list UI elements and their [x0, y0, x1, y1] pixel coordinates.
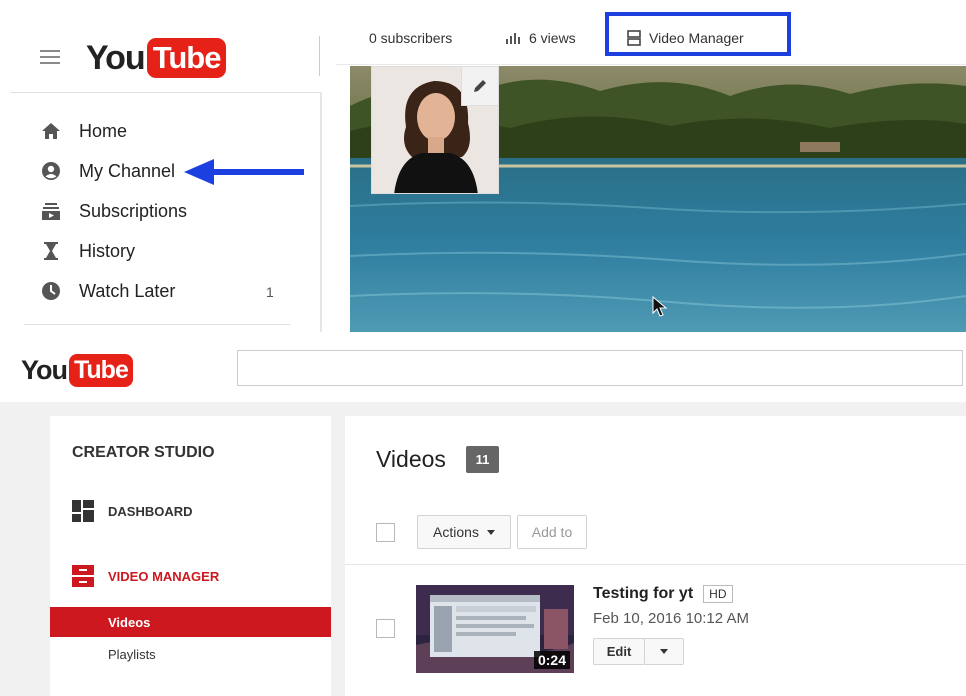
subscriptions-icon [40, 200, 62, 222]
divider [10, 92, 320, 93]
youtube-logo[interactable]: You Tube [21, 350, 133, 390]
nav-item-history[interactable]: History [40, 240, 135, 262]
home-icon [40, 120, 62, 142]
pencil-icon [474, 80, 486, 92]
creator-studio-sidebar: CREATOR STUDIO DASHBOARD VIDEO MANAGER V… [50, 416, 331, 696]
subscriber-count: 0 subscribers [369, 30, 453, 46]
nav-item-home[interactable]: Home [40, 120, 127, 142]
actions-dropdown-button[interactable]: Actions [417, 515, 511, 549]
channel-page-screenshot: You Tube Home My Channel Subscriptions H… [0, 0, 966, 338]
caret-down-icon [660, 649, 668, 654]
divider [320, 92, 322, 332]
nav-label: Subscriptions [79, 200, 188, 221]
select-all-checkbox[interactable] [376, 523, 395, 542]
divider [24, 324, 290, 325]
video-thumbnail[interactable]: 0:24 [416, 585, 574, 673]
hourglass-icon [40, 240, 62, 262]
account-circle-icon [40, 160, 62, 182]
video-title[interactable]: Testing for yt HD [593, 585, 733, 603]
caret-down-icon [486, 529, 495, 535]
arrow-left-icon [184, 159, 304, 185]
clock-icon [40, 280, 62, 302]
video-count-badge: 11 [466, 446, 499, 473]
video-manager-main: Videos 11 Actions Add to 0:24 Testing fo… [345, 416, 966, 696]
logo-you-text: You [21, 354, 68, 385]
highlight-box [605, 12, 791, 56]
view-count: 6 views [506, 30, 576, 46]
nav-label: My Channel [79, 160, 176, 181]
youtube-logo[interactable]: You Tube [86, 36, 227, 80]
nav-label: History [79, 240, 136, 261]
nav-item-watch-later[interactable]: Watch Later [40, 280, 175, 302]
sidebar-item-video-manager[interactable]: VIDEO MANAGER [72, 565, 219, 587]
add-to-button[interactable]: Add to [517, 515, 587, 549]
hd-badge: HD [703, 585, 733, 603]
sidebar-item-videos[interactable]: Videos [50, 607, 331, 637]
nav-item-my-channel[interactable]: My Channel [40, 160, 175, 182]
logo-tube-text: Tube [69, 353, 133, 387]
edit-avatar-button[interactable] [461, 67, 498, 106]
page-title: Videos [376, 446, 446, 472]
sidebar-title: CREATOR STUDIO [72, 444, 215, 461]
video-row-checkbox[interactable] [376, 619, 395, 638]
search-field-edge[interactable] [319, 36, 323, 76]
nav-item-subscriptions[interactable]: Subscriptions [40, 200, 187, 222]
sidebar-item-dashboard[interactable]: DASHBOARD [72, 500, 193, 522]
creator-studio-screenshot: You Tube CREATOR STUDIO DASHBOARD VIDEO … [0, 338, 966, 696]
video-date: Feb 10, 2016 10:12 AM [593, 610, 749, 627]
search-input[interactable] [237, 350, 963, 386]
sidebar-item-playlists[interactable]: Playlists [50, 639, 331, 669]
cursor-icon [652, 296, 668, 317]
logo-tube-text: Tube [146, 38, 227, 78]
video-manager-icon [72, 565, 94, 587]
edit-button[interactable]: Edit [593, 638, 645, 665]
nav-label: Home [79, 120, 128, 141]
dashboard-icon [72, 500, 94, 522]
nav-label: Watch Later [79, 280, 176, 301]
divider [345, 564, 966, 565]
watch-later-count: 1 [266, 284, 274, 300]
video-duration: 0:24 [533, 651, 570, 669]
logo-you-text: You [86, 38, 146, 77]
hamburger-menu-button[interactable] [40, 50, 60, 64]
edit-dropdown-button[interactable] [644, 638, 684, 665]
bar-chart-icon [506, 33, 520, 44]
